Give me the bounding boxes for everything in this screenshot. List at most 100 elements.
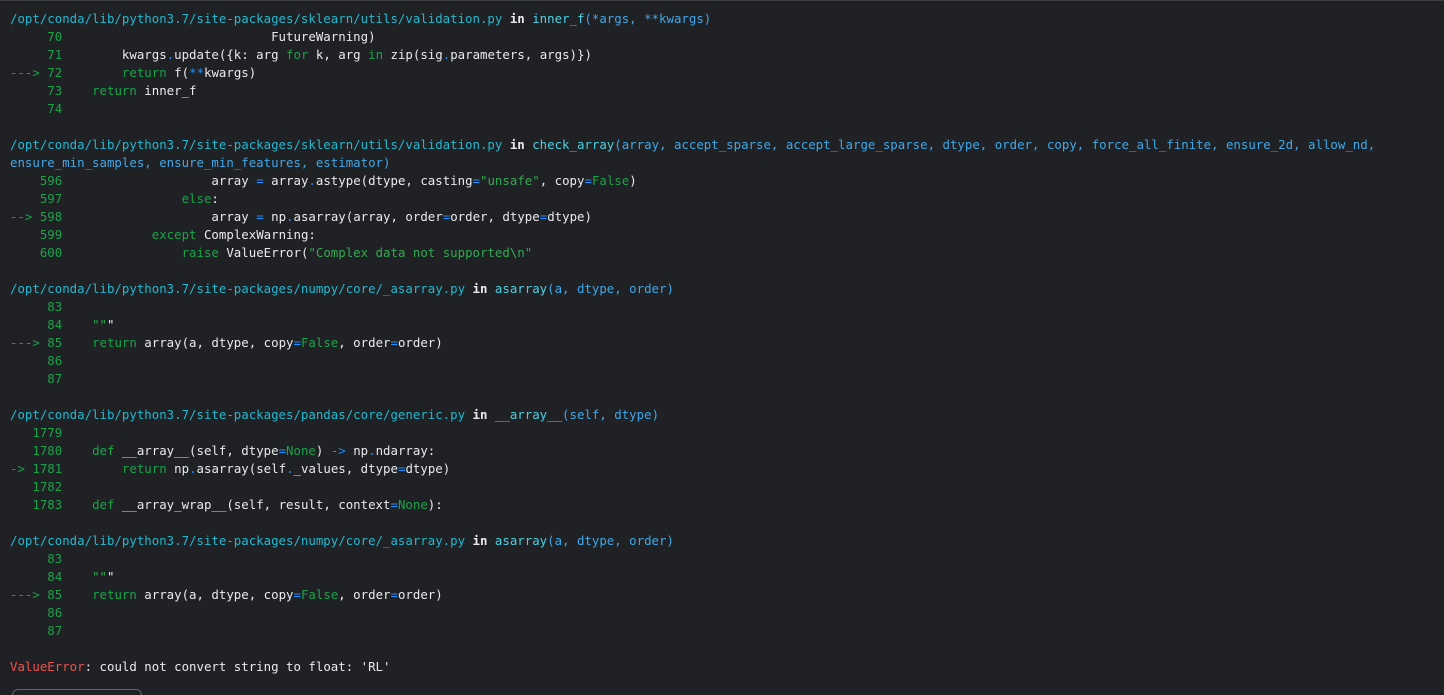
code-text: def __array__(self, dtype=None) -> np.nd… [92, 443, 436, 458]
frame-header: /opt/conda/lib/python3.7/site-packages/p… [10, 406, 1444, 424]
code-line: 73 return inner_f [10, 82, 1444, 100]
frame-in-keyword: in [502, 137, 533, 152]
code-text: def __array_wrap__(self, result, context… [92, 497, 443, 512]
code-line: 70 FutureWarning) [10, 28, 1444, 46]
frame-function-args: (a, dtype, order) [547, 281, 674, 296]
frame-function-name: __array__ [494, 407, 563, 422]
line-number: 599 [10, 227, 63, 242]
frame-function-name: asarray [494, 533, 548, 548]
code-text: FutureWarning) [62, 29, 376, 44]
frame-file-path: /opt/conda/lib/python3.7/site-packages/p… [10, 407, 466, 422]
frame-function-args-continued: ensure_min_samples, ensure_min_features,… [10, 155, 391, 170]
error-message: : could not convert string to float: 'RL… [84, 659, 391, 674]
code-text: """ [92, 569, 115, 584]
frame-header: /opt/conda/lib/python3.7/site-packages/n… [10, 280, 1444, 298]
line-number: 597 [10, 191, 63, 206]
frame-spacer [10, 388, 1444, 406]
code-line: 84 """ [10, 568, 1444, 586]
code-line: 600 raise ValueError("Complex data not s… [10, 244, 1444, 262]
code-text: else: [181, 191, 219, 206]
code-line: 596 array = array.astype(dtype, casting=… [10, 172, 1444, 190]
code-text: return array(a, dtype, copy=False, order… [92, 335, 443, 350]
line-number: 87 [10, 623, 63, 638]
frame-spacer [10, 262, 1444, 280]
line-number: 596 [10, 173, 63, 188]
code-line-current: ---> 72 return f(**kwargs) [10, 64, 1444, 82]
frame-function-args: (a, dtype, order) [547, 533, 674, 548]
line-number: 73 [10, 83, 63, 98]
code-line: 84 """ [10, 316, 1444, 334]
frame-function-args: (*args, **kwargs) [584, 11, 712, 26]
frame-function-name: inner_f [532, 11, 585, 26]
cell-divider [0, 0, 1444, 1]
line-number: 84 [10, 569, 63, 584]
code-line: 597 else: [10, 190, 1444, 208]
error-line: ValueError: could not convert string to … [10, 658, 1444, 676]
frame-spacer [10, 118, 1444, 136]
line-number: 600 [10, 245, 63, 260]
traceback: /opt/conda/lib/python3.7/site-packages/s… [10, 10, 1444, 676]
line-number: 1783 [10, 497, 63, 512]
code-text: raise ValueError("Complex data not suppo… [181, 245, 533, 260]
code-line: 83 [10, 298, 1444, 316]
code-text: return array(a, dtype, copy=False, order… [92, 587, 443, 602]
notebook-output-area: /opt/conda/lib/python3.7/site-packages/s… [0, 0, 1444, 695]
code-line: 1782 [10, 478, 1444, 496]
traceback-frame: /opt/conda/lib/python3.7/site-packages/p… [10, 406, 1444, 514]
frame-function-args: (self, dtype) [562, 407, 660, 422]
traceback-frame: /opt/conda/lib/python3.7/site-packages/n… [10, 280, 1444, 388]
frame-header-continuation: ensure_min_samples, ensure_min_features,… [10, 154, 1444, 172]
code-line: 599 except ComplexWarning: [10, 226, 1444, 244]
frame-file-path: /opt/conda/lib/python3.7/site-packages/n… [10, 533, 466, 548]
line-number: 84 [10, 317, 63, 332]
frame-file-path: /opt/conda/lib/python3.7/site-packages/s… [10, 11, 503, 26]
code-line: 1779 [10, 424, 1444, 442]
traceback-frame: /opt/conda/lib/python3.7/site-packages/s… [10, 136, 1444, 262]
line-number: 83 [10, 551, 63, 566]
line-number: 86 [10, 605, 63, 620]
code-text: array = array.astype(dtype, casting="uns… [62, 173, 637, 188]
line-number: 87 [10, 371, 63, 386]
frame-header: /opt/conda/lib/python3.7/site-packages/s… [10, 10, 1444, 28]
current-line-marker: --> 598 [10, 209, 63, 224]
frame-in-keyword: in [465, 281, 495, 296]
code-line: 83 [10, 550, 1444, 568]
traceback-frame: /opt/conda/lib/python3.7/site-packages/s… [10, 10, 1444, 118]
line-number: 83 [10, 299, 63, 314]
code-line: 74 [10, 100, 1444, 118]
frame-in-keyword: in [502, 11, 533, 26]
code-text: return inner_f [92, 83, 197, 98]
code-line-current: -> 1781 return np.asarray(self._values, … [10, 460, 1444, 478]
traceback-frame: /opt/conda/lib/python3.7/site-packages/n… [10, 532, 1444, 640]
line-number: 1779 [10, 425, 63, 440]
frame-header: /opt/conda/lib/python3.7/site-packages/s… [10, 136, 1444, 154]
code-line: 1783 def __array_wrap__(self, result, co… [10, 496, 1444, 514]
code-line: 86 [10, 352, 1444, 370]
code-line-current: --> 598 array = np.asarray(array, order=… [10, 208, 1444, 226]
frame-function-name: check_array [532, 137, 615, 152]
code-line: 71 kwargs.update({k: arg for k, arg in z… [10, 46, 1444, 64]
line-number: 74 [10, 101, 63, 116]
code-text: return np.asarray(self._values, dtype=dt… [121, 461, 451, 476]
code-text: except ComplexWarning: [151, 227, 316, 242]
cell-toolbar-button[interactable] [12, 689, 142, 695]
code-text: """ [92, 317, 115, 332]
frame-file-path: /opt/conda/lib/python3.7/site-packages/n… [10, 281, 466, 296]
code-line: 87 [10, 370, 1444, 388]
current-line-marker: -> 1781 [10, 461, 63, 476]
frame-function-args: (array, accept_sparse, accept_large_spar… [614, 137, 1376, 152]
frame-spacer [10, 514, 1444, 532]
code-line: 1780 def __array__(self, dtype=None) -> … [10, 442, 1444, 460]
frame-in-keyword: in [465, 533, 495, 548]
line-number: 70 [10, 29, 63, 44]
code-line: 86 [10, 604, 1444, 622]
frame-file-path: /opt/conda/lib/python3.7/site-packages/s… [10, 137, 503, 152]
code-line-current: ---> 85 return array(a, dtype, copy=Fals… [10, 334, 1444, 352]
line-number: 1780 [10, 443, 63, 458]
code-line: 87 [10, 622, 1444, 640]
current-line-marker: ---> 72 [10, 65, 63, 80]
line-number: 1782 [10, 479, 63, 494]
frame-function-name: asarray [494, 281, 548, 296]
frame-header: /opt/conda/lib/python3.7/site-packages/n… [10, 532, 1444, 550]
current-line-marker: ---> 85 [10, 335, 63, 350]
